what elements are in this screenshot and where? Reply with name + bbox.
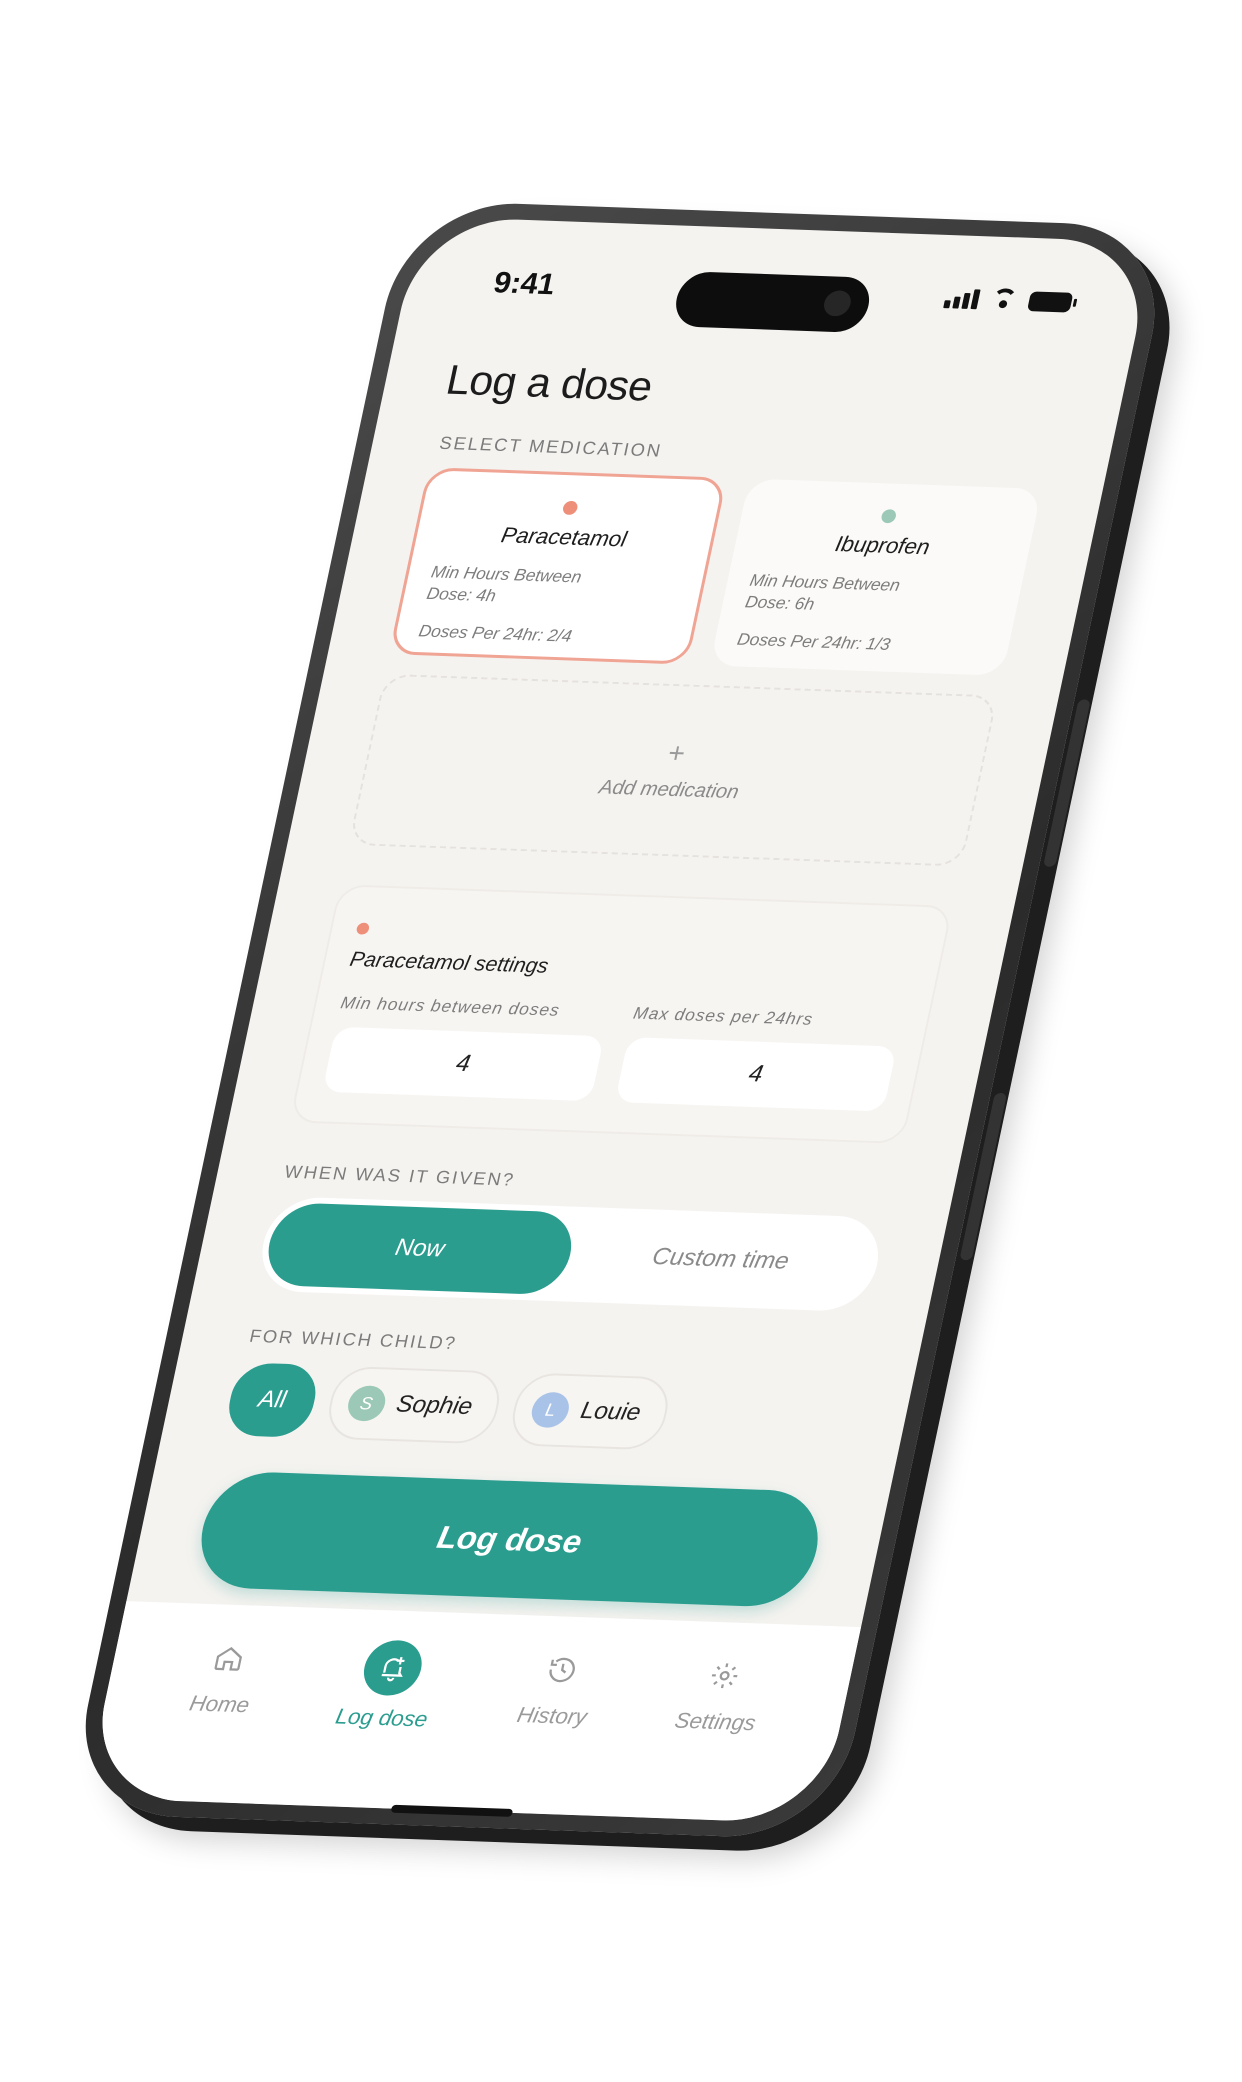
medication-name: Ibuprofen [833, 531, 933, 560]
medication-settings-card: Paracetamol settings Min hours between d… [289, 884, 954, 1144]
tab-label: Settings [672, 1707, 759, 1736]
medication-doses: Doses Per 24hr: 1/3 [735, 629, 893, 654]
min-hours-field: Min hours between doses 4 [322, 993, 611, 1102]
min-hours-label: Min hours between doses [339, 993, 562, 1020]
log-dose-button[interactable]: Log dose [190, 1470, 829, 1609]
tab-history[interactable]: History [515, 1645, 602, 1730]
medication-card-paracetamol[interactable]: Paracetamol Min Hours Between Dose: 4h D… [388, 467, 728, 665]
tab-home[interactable]: Home [187, 1634, 264, 1719]
avatar: L [528, 1391, 573, 1429]
min-hours-input[interactable]: 4 [322, 1026, 605, 1102]
phone-device: 9:41 Log a dose SELECT MEDICATION Parace… [65, 199, 1175, 1841]
status-time: 9:41 [490, 266, 559, 302]
when-custom-time-option[interactable]: Custom time [561, 1213, 879, 1306]
avatar: S [344, 1385, 389, 1422]
when-given-segmented-control: Now Custom time [253, 1196, 888, 1313]
medication-list: Paracetamol Min Hours Between Dose: 4h D… [388, 467, 1042, 676]
signal-icon [943, 288, 981, 310]
settings-color-dot [355, 922, 371, 935]
max-doses-input[interactable]: 4 [614, 1037, 897, 1112]
tab-label: Home [187, 1690, 252, 1718]
add-medication-button[interactable]: + Add medication [348, 673, 999, 867]
settings-title: Paracetamol settings [347, 948, 551, 978]
when-given-label: WHEN WAS IT GIVEN? [282, 1161, 517, 1190]
medication-color-dot [880, 509, 898, 524]
status-bar: 9:41 [401, 252, 1148, 337]
status-icons [943, 286, 1074, 313]
tab-bar: Home Log dose History Settings [84, 1601, 862, 1824]
medication-name: Paracetamol [499, 522, 629, 552]
page-title: Log a dose [442, 356, 657, 410]
child-chip-louie[interactable]: L Louie [506, 1372, 675, 1451]
history-icon [533, 1646, 591, 1695]
child-chip-group: All S Sophie L Louie [222, 1362, 852, 1457]
select-medication-label: SELECT MEDICATION [437, 432, 665, 461]
child-chip-sophie[interactable]: S Sophie [322, 1365, 507, 1445]
add-medication-label: Add medication [597, 776, 741, 803]
max-doses-field: Max doses per 24hrs 4 [614, 1003, 904, 1112]
wifi-icon [987, 288, 1022, 311]
bell-plus-icon [358, 1639, 427, 1697]
dynamic-island [670, 271, 875, 333]
medication-doses: Doses Per 24hr: 2/4 [417, 621, 574, 646]
camera-icon [821, 290, 854, 317]
when-now-option[interactable]: Now [260, 1202, 580, 1296]
child-name: Sophie [393, 1390, 475, 1420]
tab-label: History [514, 1702, 590, 1730]
battery-icon [1026, 291, 1074, 313]
gear-icon [696, 1651, 754, 1700]
log-dose-content: Log a dose SELECT MEDICATION Paracetamol… [190, 356, 1066, 1609]
medication-card-ibuprofen[interactable]: Ibuprofen Min Hours Between Dose: 6h Dos… [709, 478, 1042, 676]
max-doses-label: Max doses per 24hrs [631, 1003, 816, 1029]
tab-log-dose[interactable]: Log dose [333, 1639, 444, 1733]
which-child-label: FOR WHICH CHILD? [247, 1326, 459, 1354]
plus-icon: + [665, 736, 689, 769]
tab-label: Log dose [333, 1703, 431, 1732]
child-name: Louie [578, 1397, 644, 1426]
settings-fields: Min hours between doses 4 Max doses per … [322, 993, 904, 1112]
child-chip-all[interactable]: All [222, 1362, 322, 1438]
medication-color-dot [561, 500, 579, 516]
home-icon [200, 1634, 258, 1683]
tab-settings[interactable]: Settings [672, 1651, 770, 1736]
